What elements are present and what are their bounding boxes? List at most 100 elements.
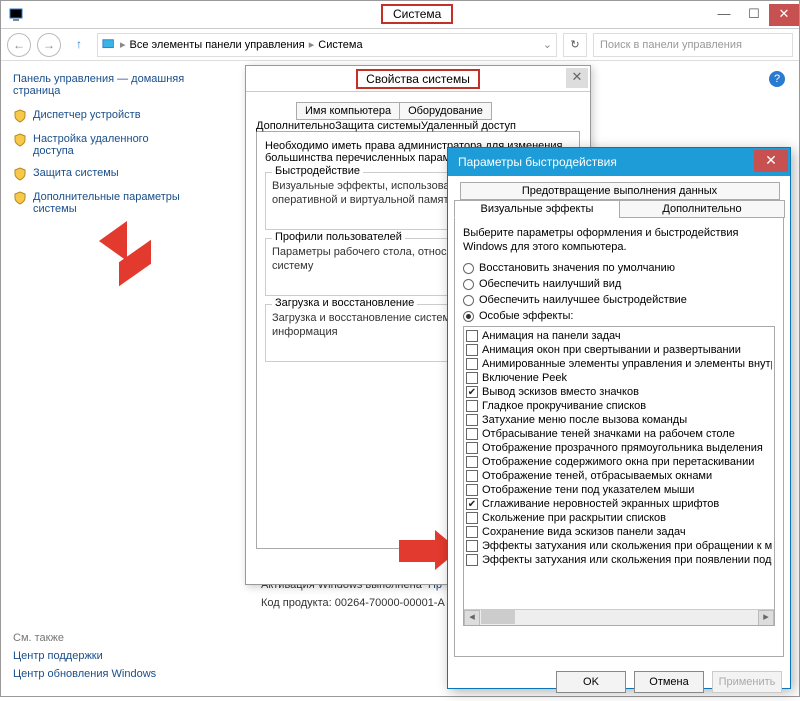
tab-dep[interactable]: Предотвращение выполнения данных (460, 182, 780, 200)
checkbox-item[interactable]: Анимация окон при свертывании и разверты… (466, 344, 772, 356)
checkbox-icon: ✔ (466, 498, 478, 510)
dialog-title: Параметры быстродействия (458, 155, 617, 169)
up-button[interactable]: ↑ (67, 33, 91, 57)
checkbox-item[interactable]: ✔ Сглаживание неровностей экранных шрифто… (466, 498, 772, 510)
windows-update-link[interactable]: Центр обновления Windows (13, 668, 156, 680)
shield-icon (13, 167, 27, 181)
close-button[interactable]: ✕ (566, 68, 588, 88)
checkbox-icon (466, 400, 478, 412)
forward-button[interactable]: → (37, 33, 61, 57)
radio-icon (463, 295, 474, 306)
checkbox-icon: ✔ (466, 386, 478, 398)
checkbox-icon (466, 484, 478, 496)
tab-advanced[interactable]: Дополнительно (619, 200, 785, 218)
checkbox-item[interactable]: Анимированные элементы управления и элем… (466, 358, 772, 370)
radio-option[interactable]: Обеспечить наилучшее быстродействие (463, 294, 775, 306)
chevron-down-icon[interactable]: ⌄ (543, 38, 552, 51)
cancel-button[interactable]: Отмена (634, 671, 704, 693)
checkbox-item[interactable]: Отображение теней, отбрасываемых окнами (466, 470, 772, 482)
checkbox-icon (466, 456, 478, 468)
help-icon[interactable]: ? (769, 71, 785, 87)
product-code-value: 00264-70000-00001-A (335, 597, 445, 609)
breadcrumb-current[interactable]: Система (318, 39, 362, 51)
group-performance-title: Быстродействие (272, 165, 363, 177)
effects-checklist[interactable]: Анимация на панели задач Анимация окон пр… (463, 326, 775, 626)
radio-option[interactable]: Восстановить значения по умолчанию (463, 262, 775, 274)
apply-button[interactable]: Применить (712, 671, 782, 693)
checkbox-item[interactable]: Отображение тени под указателем мыши (466, 484, 772, 496)
close-button[interactable]: ✕ (754, 150, 788, 172)
checkbox-label: Отображение содержимого окна при перетас… (482, 456, 754, 468)
navbar: ← → ↑ ▸ Все элементы панели управления ▸… (1, 29, 799, 61)
checkbox-label: Анимация на панели задач (482, 330, 621, 342)
checkbox-icon (466, 344, 478, 356)
sidebar-heading[interactable]: Панель управления — домашняя страница (13, 73, 189, 97)
sidebar-item-protection[interactable]: Защита системы (13, 167, 189, 181)
sidebar-item-device-manager[interactable]: Диспетчер устройств (13, 109, 189, 123)
checkbox-label: Отображение теней, отбрасываемых окнами (482, 470, 712, 482)
radio-label: Обеспечить наилучшее быстродействие (479, 294, 687, 306)
tab-visual-effects[interactable]: Визуальные эффекты (454, 200, 620, 218)
checkbox-item[interactable]: Анимация на панели задач (466, 330, 772, 342)
scroll-right-icon[interactable]: ▸ (758, 610, 774, 626)
radio-label: Обеспечить наилучший вид (479, 278, 621, 290)
checkbox-label: Включение Peek (482, 372, 567, 384)
search-input[interactable]: Поиск в панели управления (593, 33, 793, 57)
checkbox-item[interactable]: Отображение прозрачного прямоугольника в… (466, 442, 772, 454)
horizontal-scrollbar[interactable]: ◂ ▸ (464, 609, 774, 625)
close-button[interactable]: ✕ (769, 4, 799, 26)
checkbox-icon (466, 540, 478, 552)
checkbox-label: Сглаживание неровностей экранных шрифтов (482, 498, 719, 510)
group-boot-title: Загрузка и восстановление (272, 297, 417, 309)
system-icon (102, 38, 116, 52)
checkbox-item[interactable]: Гладкое прокручивание списков (466, 400, 772, 412)
system-icon (9, 7, 25, 23)
checkbox-item[interactable]: Скольжение при раскрытии списков (466, 512, 772, 524)
checkbox-item[interactable]: Затухание меню после вызова команды (466, 414, 772, 426)
checkbox-label: Сохранение вида эскизов панели задач (482, 526, 686, 538)
refresh-button[interactable]: ↻ (563, 33, 587, 57)
ok-button[interactable]: OK (556, 671, 626, 693)
tab-computer-name[interactable]: Имя компьютера (296, 102, 400, 120)
checkbox-item[interactable]: Отбрасывание теней значками на рабочем с… (466, 428, 772, 440)
scroll-thumb[interactable] (481, 610, 515, 624)
performance-options-dialog: Параметры быстродействия ✕ Предотвращени… (447, 147, 791, 689)
tab-hardware[interactable]: Оборудование (399, 102, 492, 120)
checkbox-icon (466, 512, 478, 524)
radio-option[interactable]: Обеспечить наилучший вид (463, 278, 775, 290)
support-center-link[interactable]: Центр поддержки (13, 650, 156, 662)
checkbox-icon (466, 470, 478, 482)
radio-label: Восстановить значения по умолчанию (479, 262, 675, 274)
checkbox-item[interactable]: Эффекты затухания или скольжения при поя… (466, 554, 772, 566)
checkbox-icon (466, 372, 478, 384)
checkbox-icon (466, 554, 478, 566)
checkbox-item[interactable]: ✔Вывод эскизов вместо значков (466, 386, 772, 398)
radio-icon (463, 311, 474, 322)
breadcrumb-root[interactable]: Все элементы панели управления (130, 39, 305, 51)
sidebar-item-advanced[interactable]: Дополнительные параметры системы (13, 191, 189, 215)
sidebar-item-remote[interactable]: Настройка удаленного доступа (13, 133, 189, 157)
checkbox-item[interactable]: Включение Peek (466, 372, 772, 384)
radio-option[interactable]: Особые эффекты: (463, 310, 775, 322)
checkbox-icon (466, 358, 478, 370)
tab-protection[interactable]: Защита системы (335, 120, 421, 132)
tab-advanced[interactable]: Дополнительно (256, 120, 335, 132)
radio-icon (463, 263, 474, 274)
maximize-button[interactable]: ☐ (739, 4, 769, 26)
checkbox-label: Эффекты затухания или скольжения при обр… (482, 540, 772, 552)
scroll-left-icon[interactable]: ◂ (464, 610, 480, 626)
product-code-label: Код продукта: (261, 597, 332, 609)
checkbox-label: Анимированные элементы управления и элем… (482, 358, 772, 370)
checkbox-icon (466, 330, 478, 342)
minimize-button[interactable]: ― (709, 4, 739, 26)
see-also-heading: См. также (13, 632, 156, 644)
checkbox-item[interactable]: Отображение содержимого окна при перетас… (466, 456, 772, 468)
checkbox-icon (466, 442, 478, 454)
checkbox-label: Анимация окон при свертывании и разверты… (482, 344, 741, 356)
shield-icon (13, 191, 27, 205)
breadcrumb[interactable]: ▸ Все элементы панели управления ▸ Систе… (97, 33, 557, 57)
checkbox-item[interactable]: Эффекты затухания или скольжения при обр… (466, 540, 772, 552)
back-button[interactable]: ← (7, 33, 31, 57)
checkbox-item[interactable]: Сохранение вида эскизов панели задач (466, 526, 772, 538)
tab-remote[interactable]: Удаленный доступ (421, 120, 516, 132)
